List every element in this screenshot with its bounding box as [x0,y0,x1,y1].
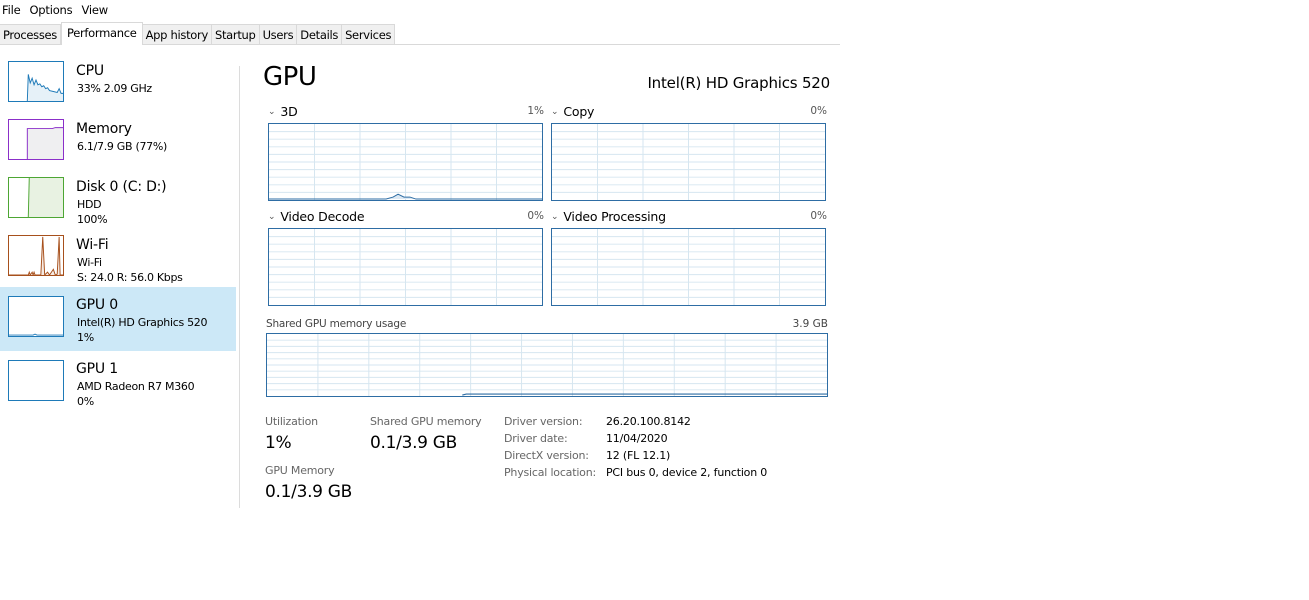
page-title: GPU [263,62,317,92]
physical-location-value: PCI bus 0, device 2, function 0 [606,466,768,479]
sidebar-disk-usage: 100% [77,213,108,226]
sidebar-gpu1-name: AMD Radeon R7 M360 [77,380,195,393]
gpu1-graph-icon [8,360,64,401]
engine-video-decode-label: Video Decode [280,209,365,224]
sidebar-disk-title: Disk 0 (C: D:) [76,179,167,195]
shared-memory-usage-label: Shared GPU memory usage [266,318,407,330]
engine-copy-selector[interactable]: ⌄ Copy [551,104,594,119]
cpu-graph-icon [8,61,64,102]
driver-date-label: Driver date: [504,432,568,445]
sidebar-memory-title: Memory [76,121,132,137]
sidebar-item-gpu1[interactable]: GPU 1 AMD Radeon R7 M360 0% [0,351,236,409]
shared-memory-max: 3.9 GB [792,318,828,330]
tab-performance[interactable]: Performance [61,22,143,45]
gpu-device-name: Intel(R) HD Graphics 520 [647,74,830,92]
sidebar-gpu1-usage: 0% [77,395,94,408]
chevron-down-icon: ⌄ [551,211,559,222]
disk-graph-icon [8,177,64,218]
resource-sidebar: CPU 33% 2.09 GHz Memory 6.1/7.9 GB (77%)… [0,55,236,409]
engine-video-processing-label: Video Processing [563,209,666,224]
driver-version-value: 26.20.100.8142 [606,415,691,428]
physical-location-label: Physical location: [504,466,596,479]
utilization-label: Utilization [265,415,318,428]
chevron-down-icon: ⌄ [268,106,276,117]
tab-users[interactable]: Users [259,24,298,44]
shared-gpu-memory-label: Shared GPU memory [370,415,482,428]
engine-video-processing-selector[interactable]: ⌄ Video Processing [551,209,666,224]
sidebar-cpu-usage: 33% 2.09 GHz [77,82,152,95]
tab-app-history[interactable]: App history [142,24,212,44]
tab-bar: Processes Performance App history Startu… [0,22,840,45]
directx-version-value: 12 (FL 12.1) [606,449,671,462]
engine-video-decode-selector[interactable]: ⌄ Video Decode [268,209,365,224]
sidebar-gpu0-usage: 1% [77,331,94,344]
sidebar-cpu-title: CPU [76,63,104,79]
tab-details[interactable]: Details [297,24,343,44]
directx-version-label: DirectX version: [504,449,589,462]
engine-3d-graph [268,123,543,201]
engine-video-processing-grid [552,229,825,305]
memory-graph-icon [8,119,64,160]
menu-view[interactable]: View [77,0,113,20]
engine-copy-grid [552,124,825,200]
sidebar-memory-usage: 6.1/7.9 GB (77%) [77,140,167,153]
engine-copy-label: Copy [563,104,595,119]
gpu0-graph-icon [8,296,64,337]
sidebar-gpu0-title: GPU 0 [76,297,118,313]
wifi-graph-icon [8,235,64,276]
engine-copy-percent: 0% [810,105,827,117]
engine-video-decode-grid [269,229,542,305]
chevron-down-icon: ⌄ [268,211,276,222]
chevron-down-icon: ⌄ [551,106,559,117]
shared-memory-graph [266,333,828,397]
menu-bar: File Options View [0,0,840,20]
sidebar-wifi-name: Wi-Fi [77,256,102,269]
engine-video-decode-percent: 0% [527,210,544,222]
tab-processes[interactable]: Processes [0,24,61,44]
driver-version-label: Driver version: [504,415,583,428]
shared-memory-line [462,393,827,396]
engine-3d-line [269,193,542,200]
engine-video-decode-graph [268,228,543,306]
sidebar-wifi-throughput: S: 24.0 R: 56.0 Kbps [77,271,183,284]
shared-gpu-memory-value: 0.1/3.9 GB [370,433,458,453]
driver-date-value: 11/04/2020 [606,432,668,445]
sidebar-item-cpu[interactable]: CPU 33% 2.09 GHz [0,55,236,113]
gpu-memory-value: 0.1/3.9 GB [265,482,353,502]
menu-file[interactable]: File [0,0,25,20]
menu-options[interactable]: Options [25,0,77,20]
sidebar-item-memory[interactable]: Memory 6.1/7.9 GB (77%) [0,113,236,171]
sidebar-gpu1-title: GPU 1 [76,361,118,377]
gpu-memory-label: GPU Memory [265,464,335,477]
sidebar-splitter[interactable] [239,66,240,508]
sidebar-gpu0-name: Intel(R) HD Graphics 520 [77,316,208,329]
utilization-value: 1% [265,433,292,453]
sidebar-item-wifi[interactable]: Wi-Fi Wi-Fi S: 24.0 R: 56.0 Kbps [0,229,236,287]
sidebar-item-disk0[interactable]: Disk 0 (C: D:) HDD 100% [0,171,236,229]
engine-3d-label: 3D [280,104,298,119]
engine-3d-percent: 1% [527,105,544,117]
engine-3d-selector[interactable]: ⌄ 3D [268,104,298,119]
engine-video-processing-graph [551,228,826,306]
sidebar-disk-type: HDD [77,198,102,211]
sidebar-wifi-title: Wi-Fi [76,237,109,253]
engine-copy-graph [551,123,826,201]
tab-services[interactable]: Services [342,24,396,44]
sidebar-item-gpu0[interactable]: GPU 0 Intel(R) HD Graphics 520 1% [0,287,236,351]
engine-video-processing-percent: 0% [810,210,827,222]
tab-startup[interactable]: Startup [211,24,260,44]
